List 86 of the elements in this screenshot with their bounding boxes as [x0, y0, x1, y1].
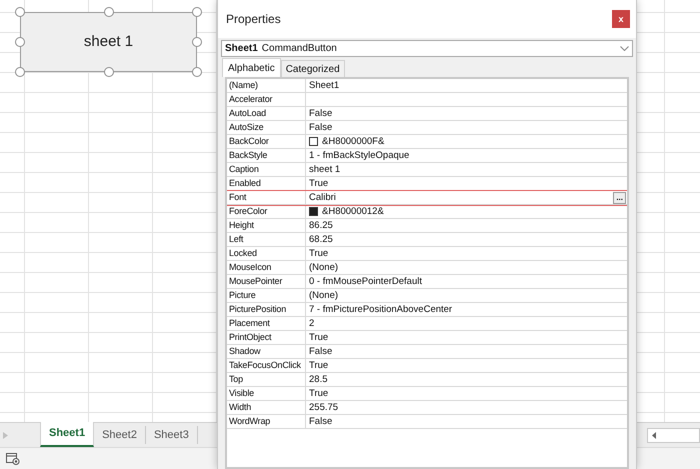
property-name[interactable]: Top: [229, 374, 243, 384]
property-name[interactable]: MouseIcon: [229, 262, 272, 272]
property-row[interactable]: AutoLoad False: [227, 107, 627, 121]
object-name: Sheet1: [225, 42, 258, 56]
property-row[interactable]: Picture (None): [227, 289, 627, 303]
property-name[interactable]: Left: [229, 234, 244, 244]
property-row[interactable]: Height 86.25: [227, 219, 627, 233]
property-name[interactable]: MousePointer: [229, 276, 282, 286]
property-value[interactable]: Calibri: [309, 191, 614, 204]
property-value[interactable]: (None): [309, 289, 627, 302]
property-value[interactable]: Sheet1: [309, 79, 627, 92]
property-row[interactable]: BackColor &H8000000F&: [227, 135, 627, 149]
sheet-tab[interactable]: Sheet3: [146, 426, 198, 444]
property-name[interactable]: ForeColor: [229, 206, 268, 216]
property-value[interactable]: False: [309, 121, 627, 134]
property-name[interactable]: Font: [229, 192, 246, 202]
property-row[interactable]: (Name) Sheet1: [227, 79, 627, 93]
property-name[interactable]: Picture: [229, 290, 256, 300]
property-name[interactable]: Caption: [229, 164, 259, 174]
property-row[interactable]: Width 255.75: [227, 401, 627, 415]
window-title: Properties: [226, 11, 282, 28]
property-name[interactable]: Enabled: [229, 178, 261, 188]
property-name[interactable]: Placement: [229, 318, 270, 328]
property-name[interactable]: Visible: [229, 388, 254, 398]
property-row[interactable]: PicturePosition 7 - fmPicturePositionAboveCenter: [227, 303, 627, 317]
property-name[interactable]: PicturePosition: [229, 304, 286, 314]
property-value[interactable]: False: [309, 415, 627, 428]
property-name[interactable]: Width: [229, 402, 252, 412]
property-name[interactable]: Height: [229, 220, 254, 230]
property-value[interactable]: False: [309, 345, 627, 358]
property-name[interactable]: Accelerator: [229, 94, 272, 104]
property-row[interactable]: Locked True: [227, 247, 627, 261]
property-row[interactable]: Caption sheet 1: [227, 163, 627, 177]
sheet-tab[interactable]: Sheet1: [40, 422, 94, 447]
property-value[interactable]: 2: [309, 317, 627, 330]
properties-tab[interactable]: Categorized: [280, 60, 345, 77]
property-name[interactable]: (Name): [229, 80, 258, 90]
close-button[interactable]: x: [612, 10, 630, 28]
property-value[interactable]: sheet 1: [309, 163, 627, 176]
property-row[interactable]: Enabled True: [227, 177, 627, 191]
property-value[interactable]: 86.25: [309, 219, 627, 232]
property-row[interactable]: PrintObject True: [227, 331, 627, 345]
property-name[interactable]: TakeFocusOnClick: [229, 360, 301, 370]
property-value[interactable]: False: [309, 107, 627, 120]
property-name[interactable]: BackStyle: [229, 150, 268, 160]
property-name[interactable]: BackColor: [229, 136, 269, 146]
property-value[interactable]: True: [309, 331, 627, 344]
property-name[interactable]: Locked: [229, 248, 257, 258]
property-value[interactable]: 255.75: [309, 401, 627, 414]
property-row[interactable]: MousePointer 0 - fmMousePointerDefault: [227, 275, 627, 289]
object-dropdown[interactable]: Sheet1 CommandButton: [221, 40, 633, 57]
property-value[interactable]: &H80000012&: [322, 205, 627, 218]
property-name[interactable]: Shadow: [229, 346, 260, 356]
object-type: CommandButton: [262, 42, 338, 56]
property-row[interactable]: AutoSize False: [227, 121, 627, 135]
property-value[interactable]: 68.25: [309, 233, 627, 246]
property-name[interactable]: PrintObject: [229, 332, 272, 342]
property-row[interactable]: Visible True: [227, 387, 627, 401]
property-name[interactable]: WordWrap: [229, 416, 270, 426]
property-value[interactable]: 28.5: [309, 373, 627, 386]
property-name[interactable]: AutoLoad: [229, 108, 266, 118]
property-value[interactable]: 7 - fmPicturePositionAboveCenter: [309, 303, 627, 316]
property-row[interactable]: TakeFocusOnClick True: [227, 359, 627, 373]
command-button[interactable]: sheet 1: [20, 12, 197, 72]
property-value[interactable]: (None): [309, 261, 627, 274]
property-value[interactable]: True: [309, 247, 627, 260]
ellipsis-button[interactable]: ...: [613, 192, 626, 204]
property-value[interactable]: True: [309, 387, 627, 400]
property-row[interactable]: Top 28.5: [227, 373, 627, 387]
property-row[interactable]: WordWrap False: [227, 415, 627, 429]
property-value[interactable]: &H8000000F&: [322, 135, 627, 148]
property-row[interactable]: MouseIcon (None): [227, 261, 627, 275]
property-value[interactable]: True: [309, 359, 627, 372]
property-row[interactable]: Shadow False: [227, 345, 627, 359]
sheet-tab[interactable]: Sheet2: [94, 426, 146, 444]
property-value[interactable]: 0 - fmMousePointerDefault: [309, 275, 627, 288]
property-value[interactable]: True: [309, 177, 627, 190]
property-name[interactable]: AutoSize: [229, 122, 264, 132]
property-row[interactable]: ForeColor &H80000012&: [227, 205, 627, 219]
property-row[interactable]: BackStyle 1 - fmBackStyleOpaque: [227, 149, 627, 163]
property-row[interactable]: Left 68.25: [227, 233, 627, 247]
property-row[interactable]: Placement 2: [227, 317, 627, 331]
properties-tab[interactable]: Alphabetic: [222, 58, 281, 77]
property-row[interactable]: Font Calibri ...: [227, 191, 627, 205]
property-row[interactable]: Accelerator: [227, 93, 627, 107]
property-value[interactable]: 1 - fmBackStyleOpaque: [309, 149, 627, 162]
